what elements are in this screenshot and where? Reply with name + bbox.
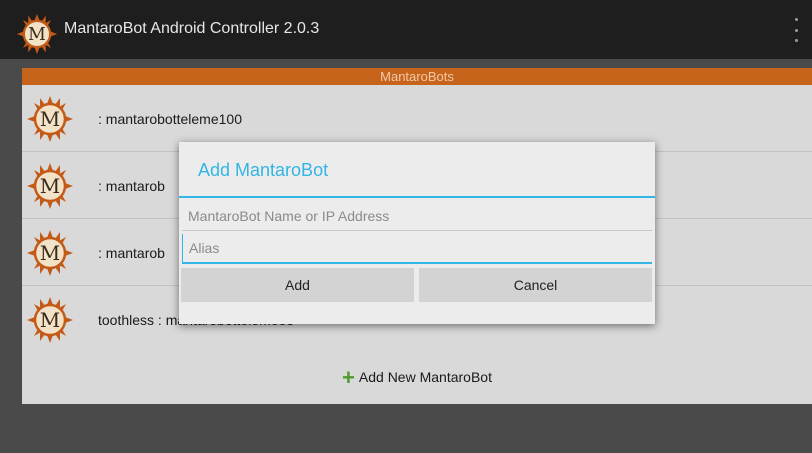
add-mantarobot-dialog: Add MantaroBot Add Cancel [179, 142, 655, 324]
list-header: MantaroBots [22, 68, 812, 85]
overflow-menu-icon[interactable] [790, 18, 802, 42]
alias-input[interactable] [182, 234, 652, 264]
action-bar: MantaroBot Android Controller 2.0.3 [0, 0, 812, 59]
plus-icon: + [342, 365, 355, 390]
mantarobot-logo-icon [26, 162, 74, 210]
mantarobot-logo-icon [26, 95, 74, 143]
cancel-button[interactable]: Cancel [419, 268, 652, 302]
list-item-label: : mantarob [98, 245, 165, 261]
list-item-label: : mantarob [98, 178, 165, 194]
add-new-mantarobot-button[interactable]: + Add New MantaroBot [22, 365, 812, 391]
add-new-label: Add New MantaroBot [358, 369, 492, 385]
mantarobot-logo-icon [26, 296, 74, 344]
mantarobot-logo-icon [26, 229, 74, 277]
add-button[interactable]: Add [181, 268, 414, 302]
name-or-ip-input[interactable] [182, 202, 652, 231]
list-item-label: : mantarobotteleme100 [98, 111, 242, 127]
mantarobot-logo-icon [16, 13, 58, 55]
dialog-title-divider [179, 196, 655, 198]
dialog-title: Add MantaroBot [198, 160, 329, 180]
app-title: MantaroBot Android Controller 2.0.3 [64, 20, 320, 37]
